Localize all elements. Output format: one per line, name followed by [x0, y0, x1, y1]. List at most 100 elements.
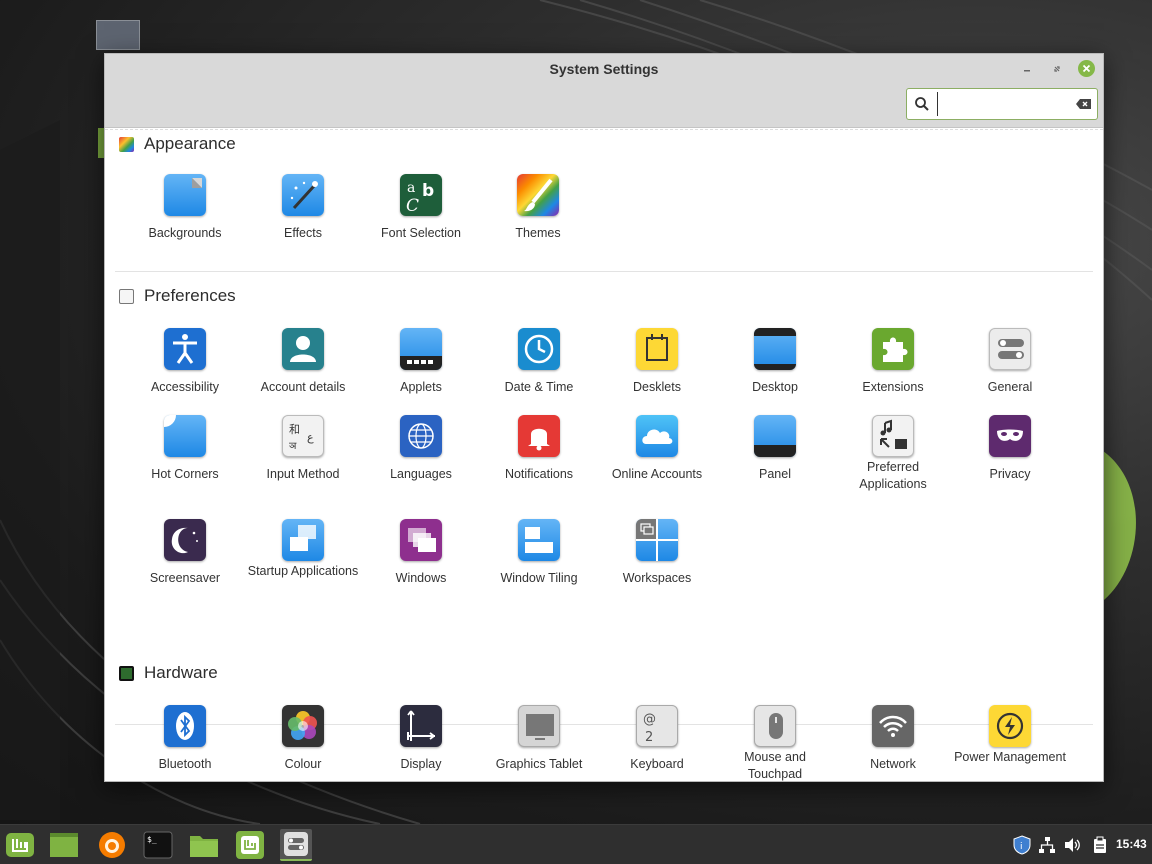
svg-text:C: C [406, 196, 419, 216]
close-button[interactable] [1078, 60, 1095, 77]
firefox-button[interactable] [96, 829, 128, 861]
chip-icon [119, 665, 134, 681]
clear-search-icon[interactable] [1071, 98, 1097, 110]
item-label: Applets [400, 380, 442, 394]
search-icon [907, 96, 937, 112]
show-desktop-icon [50, 833, 78, 857]
clock[interactable]: 15:43 [1116, 837, 1147, 851]
keyboard-icon: @2 [636, 705, 678, 747]
font-icon: abC [400, 174, 442, 216]
colour-icon [282, 705, 324, 747]
search-box[interactable] [906, 88, 1098, 120]
update-manager-tray[interactable]: i [1012, 835, 1032, 855]
item-label: Effects [284, 226, 322, 240]
item-keyboard[interactable]: @2 Keyboard [598, 705, 716, 773]
maximize-button[interactable] [1048, 60, 1066, 78]
item-network[interactable]: Network [834, 705, 952, 773]
item-account-details[interactable]: Account details [244, 328, 362, 396]
cloud-icon [636, 415, 678, 457]
item-online-accounts[interactable]: Online Accounts [598, 415, 716, 483]
item-font-selection[interactable]: abC Font Selection [362, 174, 480, 242]
workspaces-icon [636, 519, 678, 561]
item-date-time[interactable]: Date & Time [480, 328, 598, 396]
minimize-button[interactable] [1018, 60, 1036, 78]
close-icon [1082, 64, 1091, 73]
item-general[interactable]: General [951, 328, 1069, 396]
desktop-icon [754, 328, 796, 370]
globe-icon [400, 415, 442, 457]
svg-text:b: b [422, 181, 434, 201]
section-header-preferences: Preferences [119, 286, 236, 306]
terminal-button[interactable]: $_ [142, 829, 174, 861]
item-graphics-tablet[interactable]: Graphics Tablet [480, 705, 598, 773]
item-label: Input Method [266, 467, 340, 481]
terminal-icon: $_ [143, 831, 173, 859]
item-notifications[interactable]: Notifications [480, 415, 598, 483]
item-colour[interactable]: Colour [244, 705, 362, 773]
item-accessibility[interactable]: Accessibility [126, 328, 244, 396]
item-power-management[interactable]: Power Management [951, 705, 1069, 766]
tiling-icon [518, 519, 560, 561]
item-languages[interactable]: Languages [362, 415, 480, 483]
maximize-icon [1054, 66, 1060, 72]
item-label: Panel [759, 467, 791, 481]
item-mouse-touchpad[interactable]: Mouse and Touchpad [716, 705, 834, 781]
item-bluetooth[interactable]: Bluetooth [126, 705, 244, 773]
mintinstall-button[interactable] [234, 829, 266, 861]
mouse-icon [754, 705, 796, 747]
volume-tray[interactable] [1062, 835, 1082, 855]
moon-icon [164, 519, 206, 561]
system-settings-window: System Settings Appearance Backgrounds E… [104, 53, 1104, 782]
item-panel[interactable]: Panel [716, 415, 834, 483]
clipboard-icon [1094, 836, 1106, 853]
item-label: Screensaver [149, 571, 221, 585]
network-tray[interactable] [1037, 835, 1057, 855]
show-desktop-button[interactable] [48, 829, 80, 861]
item-applets[interactable]: Applets [362, 328, 480, 396]
svg-text:和: 和 [289, 423, 300, 436]
tablet-icon [518, 705, 560, 747]
mint-logo-icon [6, 833, 34, 857]
item-hot-corners[interactable]: Hot Corners [126, 415, 244, 483]
item-label: Themes [515, 226, 561, 240]
toggle-icon [989, 328, 1031, 370]
window-title: System Settings [549, 61, 659, 77]
section-header-hardware: Hardware [119, 663, 218, 683]
titlebar[interactable]: System Settings [105, 54, 1103, 128]
item-privacy[interactable]: Privacy [951, 415, 1069, 483]
item-themes[interactable]: Themes [479, 174, 597, 242]
item-screensaver[interactable]: Screensaver [126, 519, 244, 587]
item-label: Languages [390, 467, 452, 481]
svg-text:2: 2 [645, 730, 653, 745]
item-backgrounds[interactable]: Backgrounds [126, 174, 244, 242]
files-button[interactable] [188, 829, 220, 861]
search-input[interactable] [937, 92, 1071, 116]
puzzle-icon [872, 328, 914, 370]
item-label: Windows [395, 571, 447, 585]
clipboard-tray[interactable] [1090, 835, 1110, 855]
item-workspaces[interactable]: Workspaces [598, 519, 716, 587]
item-display[interactable]: Display [362, 705, 480, 773]
system-settings-taskbar-button[interactable] [280, 829, 312, 861]
item-label: General [987, 380, 1033, 394]
item-extensions[interactable]: Extensions [834, 328, 952, 396]
svg-text:ञ: ञ [289, 441, 297, 452]
item-effects[interactable]: Effects [244, 174, 362, 242]
item-label: Preferred Applications [859, 460, 927, 491]
firefox-icon [99, 832, 125, 858]
item-label: Window Tiling [500, 571, 578, 585]
item-preferred-applications[interactable]: Preferred Applications [834, 415, 952, 493]
clock-icon [518, 328, 560, 370]
item-label: Online Accounts [611, 467, 703, 481]
network-icon [1039, 837, 1055, 853]
item-label: Date & Time [504, 380, 574, 394]
menu-button[interactable] [4, 829, 36, 861]
item-input-method[interactable]: 和عञ Input Method [244, 415, 362, 483]
item-desktop[interactable]: Desktop [716, 328, 834, 396]
item-startup-applications[interactable]: Startup Applications [244, 519, 362, 580]
item-windows[interactable]: Windows [362, 519, 480, 587]
section-header-appearance: Appearance [119, 134, 236, 154]
item-desklets[interactable]: Desklets [598, 328, 716, 396]
item-window-tiling[interactable]: Window Tiling [480, 519, 598, 587]
hot-corners-icon [164, 415, 206, 457]
